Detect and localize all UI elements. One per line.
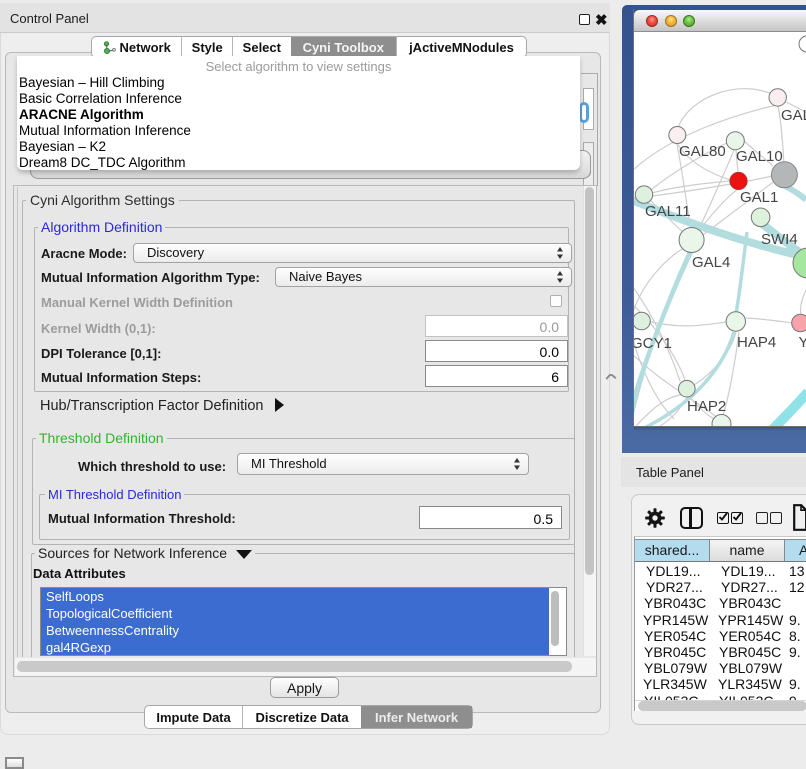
svg-text:GAL11: GAL11 (645, 203, 691, 220)
svg-text:GAL80: GAL80 (679, 143, 726, 160)
svg-text:GAL4: GAL4 (692, 254, 730, 271)
svg-text:GAL1: GAL1 (740, 189, 778, 206)
svg-text:GCY1: GCY1 (634, 335, 672, 352)
svg-text:Y: Y (799, 334, 806, 351)
svg-text:GAL: GAL (781, 107, 806, 124)
svg-text:SWI4: SWI4 (761, 231, 798, 248)
svg-text:HAP2: HAP2 (687, 398, 726, 415)
svg-text:HAP4: HAP4 (737, 334, 776, 351)
svg-text:GAL10: GAL10 (736, 148, 783, 165)
